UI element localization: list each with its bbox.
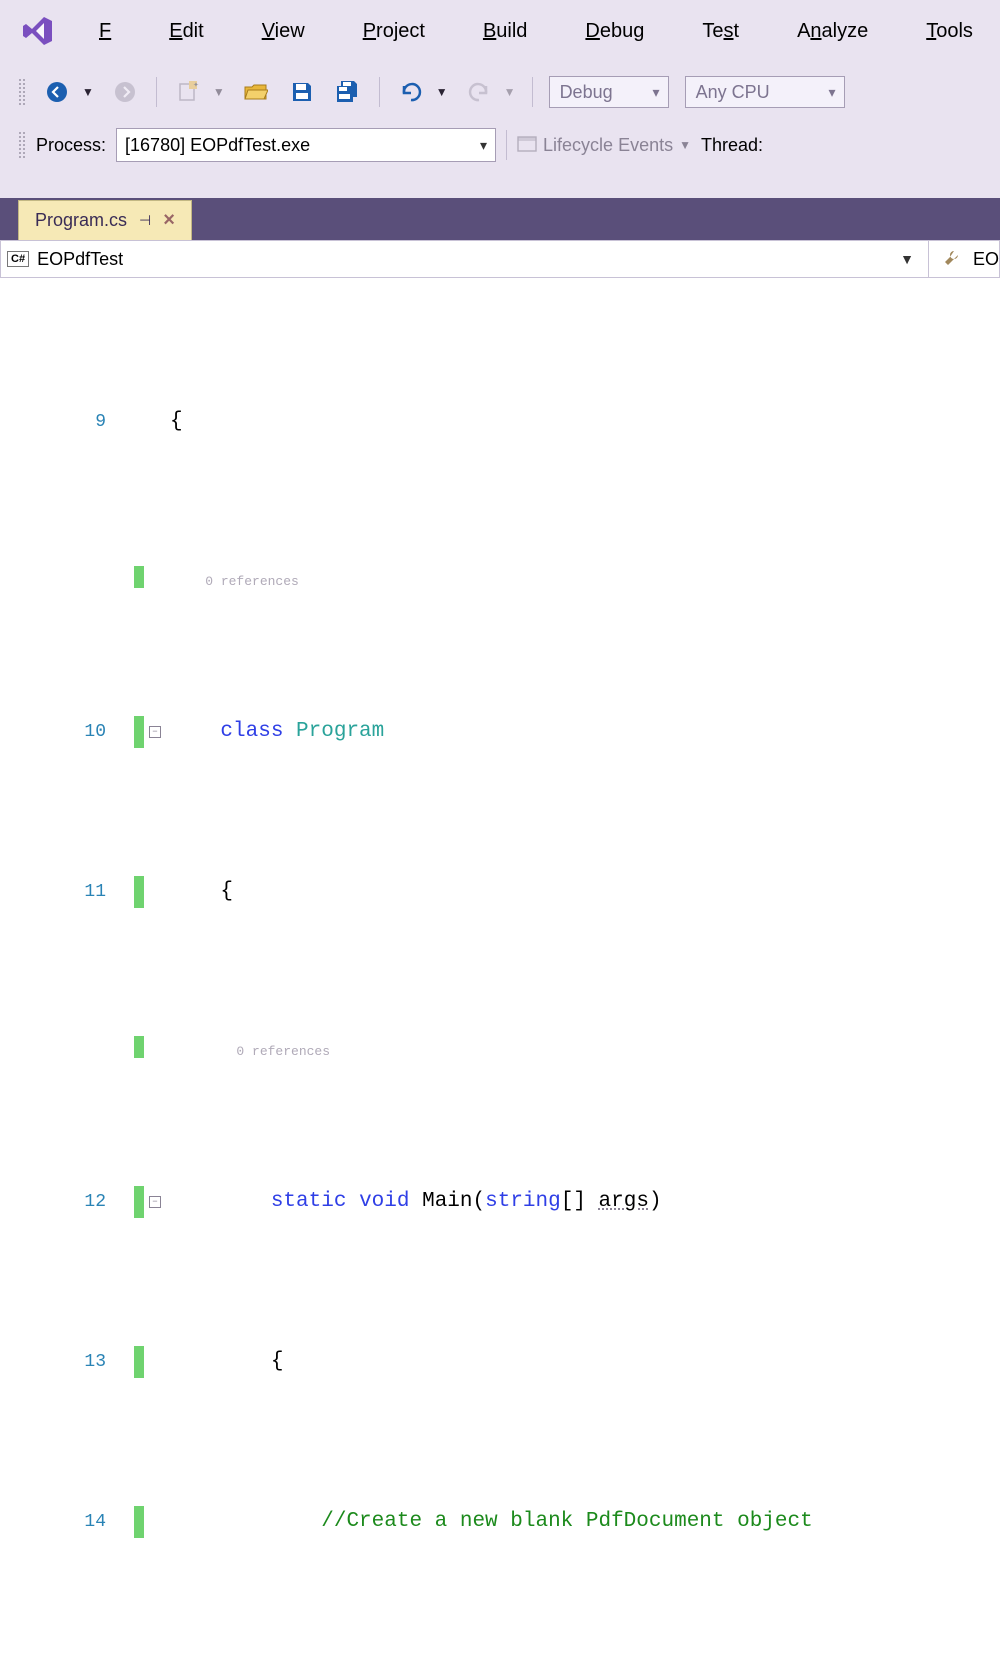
nav-separator (928, 241, 929, 277)
codelens[interactable]: 0 references (0, 1036, 1000, 1058)
toolbar-separator (532, 77, 533, 107)
tab-label: Program.cs (35, 210, 127, 231)
main-toolbar: ▼ ✦ ▼ ▼ ▼ Debug Any CPU (0, 62, 1000, 122)
menu-tools[interactable]: Tools (926, 20, 973, 43)
solution-platform-dropdown[interactable]: Any CPU (685, 76, 845, 108)
nav-back-dropdown[interactable]: ▼ (82, 85, 94, 99)
line-number: 14 (50, 1506, 116, 1538)
tab-program-cs[interactable]: Program.cs ⊣ × (18, 200, 192, 240)
code-navigation-bar: C# EOPdfTest ▼ EO (0, 240, 1000, 278)
code-line[interactable]: 11 { (0, 876, 1000, 908)
nav-forward-button (110, 77, 140, 107)
codelens[interactable]: 0 references (0, 566, 1000, 588)
menu-debug[interactable]: Debug (585, 20, 644, 43)
toolbar-separator (156, 77, 157, 107)
thread-label: Thread: (701, 135, 763, 156)
redo-button (464, 77, 494, 107)
member-scope-dropdown[interactable]: EO (973, 249, 999, 270)
document-tab-strip: Program.cs ⊣ × (0, 198, 1000, 240)
toolbar-grip-icon[interactable] (18, 131, 26, 159)
code-line[interactable]: 9 { (0, 406, 1000, 438)
toolbar-separator (379, 77, 380, 107)
code-editor[interactable]: 9 { 0 references 10 − class Program 11 {… (0, 278, 1000, 1666)
nav-back-button[interactable] (42, 77, 72, 107)
fold-toggle[interactable]: − (144, 716, 166, 748)
undo-button[interactable] (396, 77, 426, 107)
vs-logo-icon[interactable] (22, 15, 54, 47)
project-scope-dropdown[interactable]: EOPdfTest (37, 249, 123, 270)
main-menu: F Edit View Project Build Debug Test Ana… (99, 20, 973, 43)
code-line[interactable]: 13 { (0, 1346, 1000, 1378)
process-dropdown[interactable]: [16780] EOPdfTest.exe (116, 128, 496, 162)
lifecycle-icon (517, 136, 537, 154)
code-line[interactable]: 10 − class Program (0, 716, 1000, 748)
chevron-down-icon: ▼ (679, 138, 691, 152)
close-icon[interactable]: × (163, 209, 175, 232)
lifecycle-events-dropdown[interactable]: Lifecycle Events ▼ (517, 135, 691, 156)
menu-test[interactable]: Test (702, 20, 739, 43)
undo-dropdown[interactable]: ▼ (436, 85, 448, 99)
open-file-button[interactable] (241, 77, 271, 107)
pin-icon[interactable]: ⊣ (139, 212, 151, 229)
process-label: Process: (36, 135, 106, 156)
menu-edit[interactable]: Edit (169, 20, 203, 43)
save-button[interactable] (287, 77, 317, 107)
line-number: 12 (50, 1186, 116, 1218)
save-all-button[interactable] (333, 77, 363, 107)
csharp-icon: C# (7, 251, 29, 267)
menu-build[interactable]: Build (483, 20, 527, 43)
solution-config-dropdown[interactable]: Debug (549, 76, 669, 108)
menu-file[interactable]: F (99, 20, 111, 43)
chevron-down-icon[interactable]: ▼ (894, 251, 920, 267)
menu-project[interactable]: Project (363, 20, 425, 43)
toolbar-separator (506, 130, 507, 160)
line-number: 9 (50, 406, 116, 438)
line-number: 13 (50, 1346, 116, 1378)
wrench-icon (941, 248, 961, 271)
menu-view[interactable]: View (262, 20, 305, 43)
code-line[interactable]: 14 //Create a new blank PdfDocument obje… (0, 1506, 1000, 1538)
redo-dropdown: ▼ (504, 85, 516, 99)
toolbar-grip-icon[interactable] (18, 78, 26, 106)
svg-text:✦: ✦ (193, 81, 199, 89)
line-number: 11 (50, 876, 116, 908)
code-line[interactable]: 12 − static void Main(string[] args) (0, 1186, 1000, 1218)
menu-bar: F Edit View Project Build Debug Test Ana… (0, 0, 1000, 62)
new-item-button[interactable]: ✦ (173, 77, 203, 107)
new-item-dropdown[interactable]: ▼ (213, 85, 225, 99)
debug-toolbar: Process: [16780] EOPdfTest.exe Lifecycle… (0, 122, 1000, 168)
line-number: 10 (50, 716, 116, 748)
menu-analyze[interactable]: Analyze (797, 20, 868, 43)
fold-toggle[interactable]: − (144, 1186, 166, 1218)
